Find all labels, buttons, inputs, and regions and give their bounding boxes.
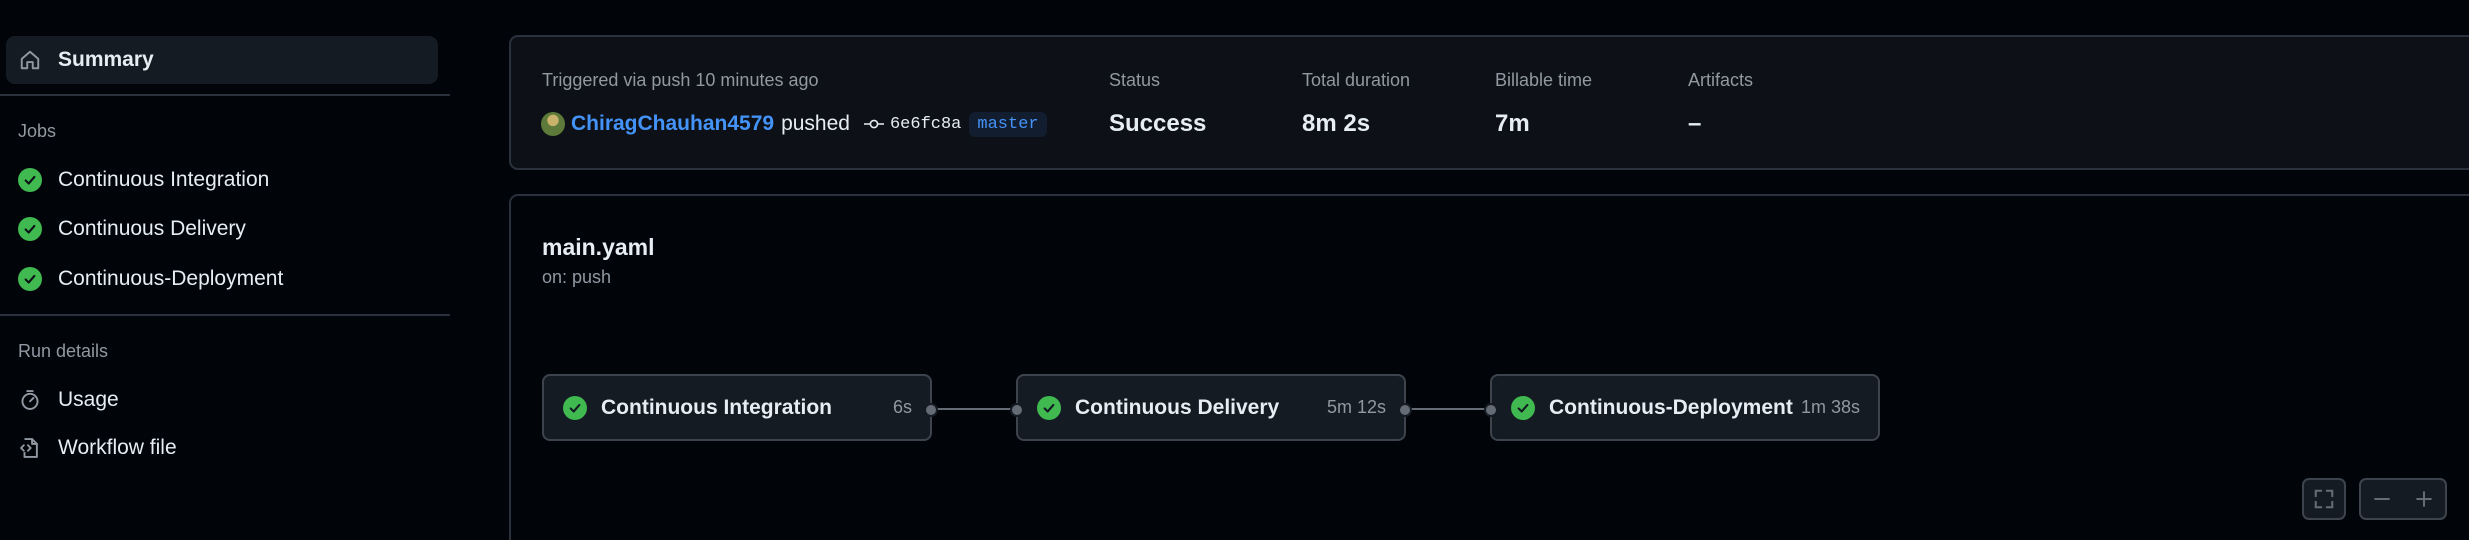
sidebar-item-label: Continuous Integration — [58, 168, 270, 191]
output-port — [924, 403, 938, 417]
stopwatch-icon — [18, 388, 42, 412]
home-icon — [18, 48, 42, 72]
check-circle-icon — [1511, 395, 1535, 420]
job-duration: 6s — [892, 397, 912, 417]
zoom-in-button[interactable] — [2403, 480, 2445, 518]
job-node-continuous-deployment[interactable]: Continuous-Deployment 1m 38s — [1484, 374, 1880, 441]
sidebar-item-usage[interactable]: Usage — [6, 376, 438, 424]
check-circle-icon — [18, 168, 42, 192]
sidebar-item-label: Continuous-Deployment — [58, 267, 284, 290]
stat-value: 8m 2s — [1302, 110, 1371, 137]
jobs-heading: Jobs — [18, 121, 57, 141]
job-connector — [1405, 408, 1489, 410]
job-node-continuous-integration[interactable]: Continuous Integration 6s — [542, 374, 938, 441]
zoom-out-button[interactable] — [2361, 480, 2403, 518]
status-stat: Status Success — [1109, 70, 1206, 138]
push-info: ChiragChauhan4579 pushed 6e6fc8a master — [541, 107, 1047, 141]
sidebar-item-label: Workflow file — [58, 436, 177, 459]
sidebar-divider — [0, 314, 450, 316]
stat-value: Success — [1109, 110, 1207, 137]
workflow-run-page: Summary Jobs Continuous Integration Cont… — [0, 0, 2469, 540]
job-name: Continuous Delivery — [1075, 395, 1280, 419]
stat-value: – — [1688, 110, 1702, 137]
stat-value: 7m — [1495, 110, 1530, 137]
sidebar-item-continuous-delivery[interactable]: Continuous Delivery — [6, 205, 438, 253]
fullscreen-control — [2302, 478, 2346, 520]
check-circle-icon — [18, 217, 42, 241]
total-duration-stat: Total duration 8m 2s — [1302, 70, 1410, 138]
stat-label: Artifacts — [1688, 70, 1754, 90]
sidebar-item-continuous-integration[interactable]: Continuous Integration — [6, 156, 438, 204]
stat-label: Billable time — [1495, 70, 1593, 90]
job-connector — [931, 408, 1015, 410]
input-port — [1484, 403, 1498, 417]
sidebar-item-label: Usage — [58, 388, 119, 411]
git-commit-icon — [863, 117, 884, 131]
stat-label: Total duration — [1302, 70, 1411, 90]
check-circle-icon — [563, 395, 587, 420]
job-name: Continuous-Deployment — [1549, 395, 1793, 419]
artifacts-stat: Artifacts – — [1688, 70, 1753, 138]
sidebar-item-continuous-deployment[interactable]: Continuous-Deployment — [6, 255, 438, 303]
sidebar-item-summary[interactable]: Summary — [6, 36, 438, 84]
output-port — [1398, 403, 1412, 417]
workflow-name[interactable]: main.yaml — [542, 234, 655, 261]
file-code-icon — [18, 436, 42, 460]
run-sidebar: Summary Jobs Continuous Integration Cont… — [0, 0, 450, 540]
workflow-graph-card: main.yaml on: push Continuous Integratio… — [509, 194, 2469, 540]
workflow-trigger: on: push — [542, 267, 612, 287]
push-action: pushed — [781, 112, 850, 135]
avatar[interactable] — [541, 112, 565, 136]
fullscreen-button[interactable] — [2304, 480, 2344, 518]
check-circle-icon — [1037, 395, 1061, 420]
zoom-controls — [2359, 478, 2447, 520]
user-link[interactable]: ChiragChauhan4579 — [571, 112, 774, 136]
fullscreen-icon — [2314, 489, 2334, 509]
sidebar-divider — [0, 94, 450, 96]
job-duration: 5m 12s — [1326, 397, 1386, 417]
branch-label[interactable]: master — [969, 111, 1047, 137]
job-duration: 1m 38s — [1800, 397, 1860, 417]
job-node-continuous-delivery[interactable]: Continuous Delivery 5m 12s — [1010, 374, 1412, 441]
sidebar-item-label: Continuous Delivery — [58, 217, 246, 240]
job-name: Continuous Integration — [601, 395, 832, 419]
stat-label: Status — [1109, 70, 1161, 90]
trigger-text: Triggered via push 10 minutes ago — [542, 70, 819, 90]
plus-icon — [2416, 491, 2432, 507]
minus-icon — [2374, 498, 2390, 500]
input-port — [1010, 403, 1024, 417]
run-details-heading: Run details — [18, 341, 109, 361]
sidebar-item-workflow-file[interactable]: Workflow file — [6, 424, 438, 472]
sidebar-item-label: Summary — [58, 48, 154, 71]
billable-time-stat: Billable time 7m — [1495, 70, 1592, 138]
check-circle-icon — [18, 267, 42, 291]
run-summary-card: Triggered via push 10 minutes ago Chirag… — [509, 35, 2469, 170]
commit-sha-link[interactable]: 6e6fc8a — [890, 115, 961, 134]
